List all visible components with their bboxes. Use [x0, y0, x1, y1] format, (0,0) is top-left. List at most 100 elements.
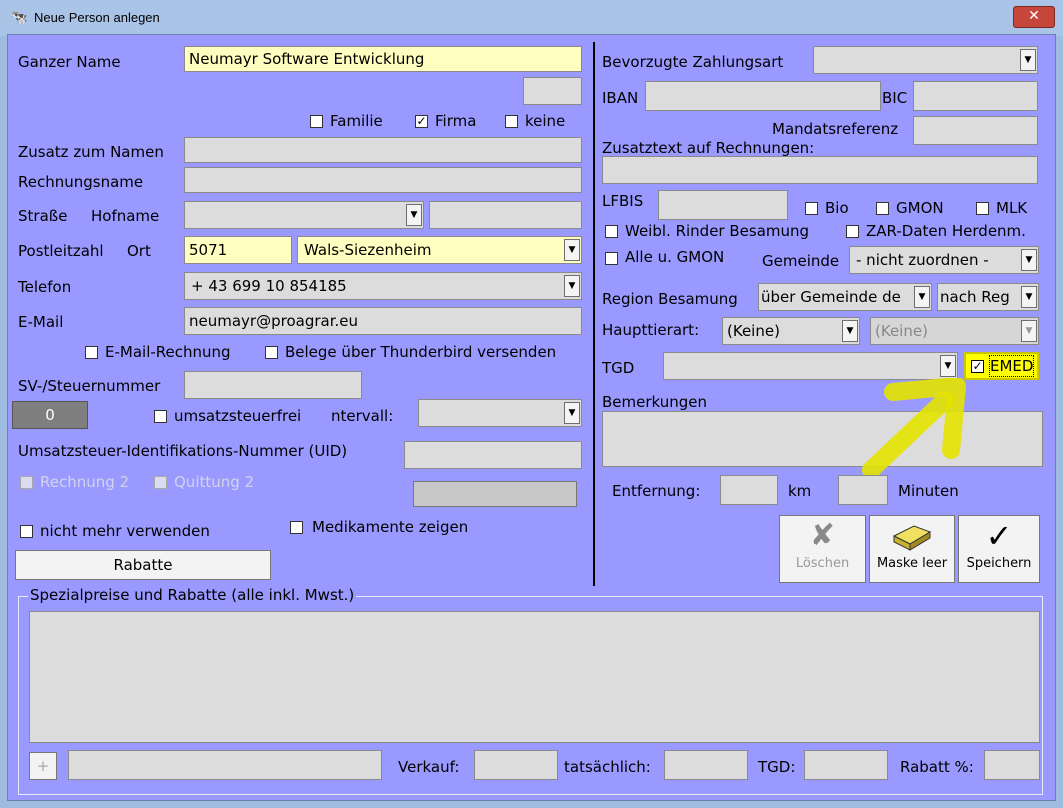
- rabatt-label: Rabatt %:: [900, 758, 974, 776]
- loeschen-button[interactable]: ✘ Löschen: [779, 515, 866, 583]
- mlk-checkbox[interactable]: [976, 202, 989, 215]
- tgd-input[interactable]: [804, 750, 888, 780]
- maske-leer-button[interactable]: Maske leer: [869, 515, 955, 583]
- window-title: Neue Person anlegen: [34, 10, 160, 25]
- tatsaechlich-input[interactable]: [664, 750, 748, 780]
- region-select-1[interactable]: über Gemeinde de ▼: [758, 283, 932, 311]
- weibl-checkbox[interactable]: [605, 225, 618, 238]
- checkmark-icon: ✓: [985, 517, 1013, 555]
- bemerkungen-textarea[interactable]: [602, 411, 1043, 467]
- chevron-down-icon[interactable]: ▼: [564, 275, 580, 297]
- close-button[interactable]: ✕: [1013, 6, 1055, 28]
- nicht-mehr-checkbox[interactable]: [20, 525, 33, 538]
- ort-label: Ort: [127, 242, 151, 260]
- chevron-down-icon[interactable]: ▼: [914, 286, 930, 308]
- rechnung2-label: Rechnung 2: [40, 473, 130, 491]
- zahlungsart-label: Bevorzugte Zahlungsart: [602, 53, 784, 71]
- window: 🐄 Neue Person anlegen ✕ Ganzer Name Neum…: [0, 0, 1063, 808]
- title-bar: 🐄 Neue Person anlegen ✕: [0, 0, 1063, 36]
- artikel-input[interactable]: [68, 750, 382, 780]
- gmon-checkbox[interactable]: [876, 202, 889, 215]
- zar-checkbox[interactable]: [846, 225, 859, 238]
- chevron-down-icon[interactable]: ▼: [940, 355, 956, 377]
- chevron-down-icon[interactable]: ▼: [1020, 49, 1036, 71]
- entfernung-label: Entfernung:: [612, 482, 701, 500]
- bic-input[interactable]: [913, 81, 1038, 111]
- haupttierart-select-2[interactable]: (Keine) ▼: [870, 317, 1039, 345]
- telefon-select[interactable]: + 43 699 10 854185 ▼: [184, 272, 582, 300]
- gemeinde-select[interactable]: - nicht zuordnen - ▼: [849, 246, 1039, 274]
- chevron-down-icon[interactable]: ▼: [1021, 320, 1037, 342]
- thunderbird-checkbox[interactable]: [265, 346, 278, 359]
- tgd-select[interactable]: ▼: [663, 352, 958, 380]
- keine-checkbox[interactable]: [505, 115, 518, 128]
- intervall-label: ntervall:: [331, 407, 394, 425]
- uid-input[interactable]: [404, 441, 582, 469]
- entfernung-input[interactable]: [720, 475, 778, 505]
- plz-input[interactable]: 5071: [184, 236, 292, 264]
- familie-label: Familie: [330, 112, 383, 130]
- rabatt-input[interactable]: [984, 750, 1040, 780]
- tatsaechlich-label: tatsächlich:: [564, 758, 651, 776]
- chevron-down-icon[interactable]: ▼: [1021, 286, 1037, 308]
- spezialpreise-title: Spezialpreise und Rabatte (alle inkl. Mw…: [28, 585, 357, 605]
- rechnung2-checkbox[interactable]: [20, 476, 33, 489]
- medikamente-checkbox[interactable]: [290, 521, 303, 534]
- firma-label: Firma: [435, 112, 477, 130]
- spezialpreise-list[interactable]: [29, 611, 1040, 743]
- haupttierart-select[interactable]: (Keine) ▼: [722, 317, 860, 345]
- speichern-label: Speichern: [966, 556, 1032, 571]
- chevron-down-icon[interactable]: ▼: [1021, 249, 1037, 271]
- ganzer-name-input[interactable]: Neumayr Software Entwicklung: [184, 46, 582, 72]
- umsatzsteuerfrei-checkbox[interactable]: [154, 410, 167, 423]
- emed-checkbox[interactable]: ✓: [971, 360, 984, 373]
- zusatztext-input[interactable]: [602, 156, 1038, 184]
- sv-label: SV-/Steuernummer: [18, 377, 161, 395]
- verkauf-input[interactable]: [474, 750, 558, 780]
- add-button[interactable]: +: [29, 752, 57, 780]
- intervall-select[interactable]: ▼: [418, 399, 582, 427]
- alle-gmon-checkbox[interactable]: [605, 252, 618, 265]
- form-area: Ganzer Name Neumayr Software Entwicklung…: [7, 34, 1056, 801]
- bic-label: BIC: [882, 89, 908, 107]
- rabatte-button[interactable]: Rabatte: [15, 550, 271, 580]
- email-input[interactable]: neumayr@proagrar.eu: [184, 307, 582, 335]
- mandats-input[interactable]: [913, 116, 1038, 145]
- chevron-down-icon[interactable]: ▼: [564, 402, 580, 424]
- bio-checkbox[interactable]: [805, 202, 818, 215]
- telefon-label: Telefon: [18, 278, 72, 296]
- strasse-select[interactable]: ▼: [184, 201, 424, 229]
- ort-select[interactable]: Wals-Siezenheim ▼: [297, 236, 582, 264]
- rechnungsname-input[interactable]: [184, 167, 582, 193]
- familie-checkbox[interactable]: [310, 115, 323, 128]
- sv-input[interactable]: [184, 371, 362, 399]
- km-label: km: [788, 482, 812, 500]
- quittung2-checkbox[interactable]: [154, 476, 167, 489]
- gemeinde-value: - nicht zuordnen -: [856, 251, 989, 269]
- region-select-2[interactable]: nach Reg ▼: [937, 283, 1039, 311]
- hausnummer-input[interactable]: [429, 201, 582, 229]
- mlk-label: MLK: [996, 199, 1028, 217]
- iban-input[interactable]: [645, 81, 881, 111]
- name-extra-input[interactable]: [523, 77, 582, 105]
- thunderbird-label: Belege über Thunderbird versenden: [285, 343, 557, 361]
- speichern-button[interactable]: ✓ Speichern: [958, 515, 1040, 583]
- chevron-down-icon[interactable]: ▼: [564, 239, 580, 261]
- chevron-down-icon[interactable]: ▼: [842, 320, 858, 342]
- empty-tray-icon: [870, 516, 954, 556]
- email-rechnung-label: E-Mail-Rechnung: [105, 343, 231, 361]
- minuten-input[interactable]: [838, 475, 888, 505]
- zusatz-input[interactable]: [184, 137, 582, 163]
- chevron-down-icon[interactable]: ▼: [406, 204, 422, 226]
- email-rechnung-checkbox[interactable]: [85, 346, 98, 359]
- app-cow-icon: 🐄: [10, 10, 28, 26]
- firma-checkbox[interactable]: ✓: [415, 115, 428, 128]
- email-label: E-Mail: [18, 313, 64, 331]
- tgd-bottom-label: TGD:: [758, 758, 796, 776]
- maske-leer-label: Maske leer: [876, 556, 948, 571]
- lfbis-input[interactable]: [658, 190, 788, 220]
- haupttierart-value: (Keine): [727, 322, 780, 340]
- bio-label: Bio: [825, 199, 849, 217]
- zahlungsart-select[interactable]: ▼: [813, 46, 1038, 74]
- alle-gmon-label: Alle u. GMON: [625, 248, 725, 266]
